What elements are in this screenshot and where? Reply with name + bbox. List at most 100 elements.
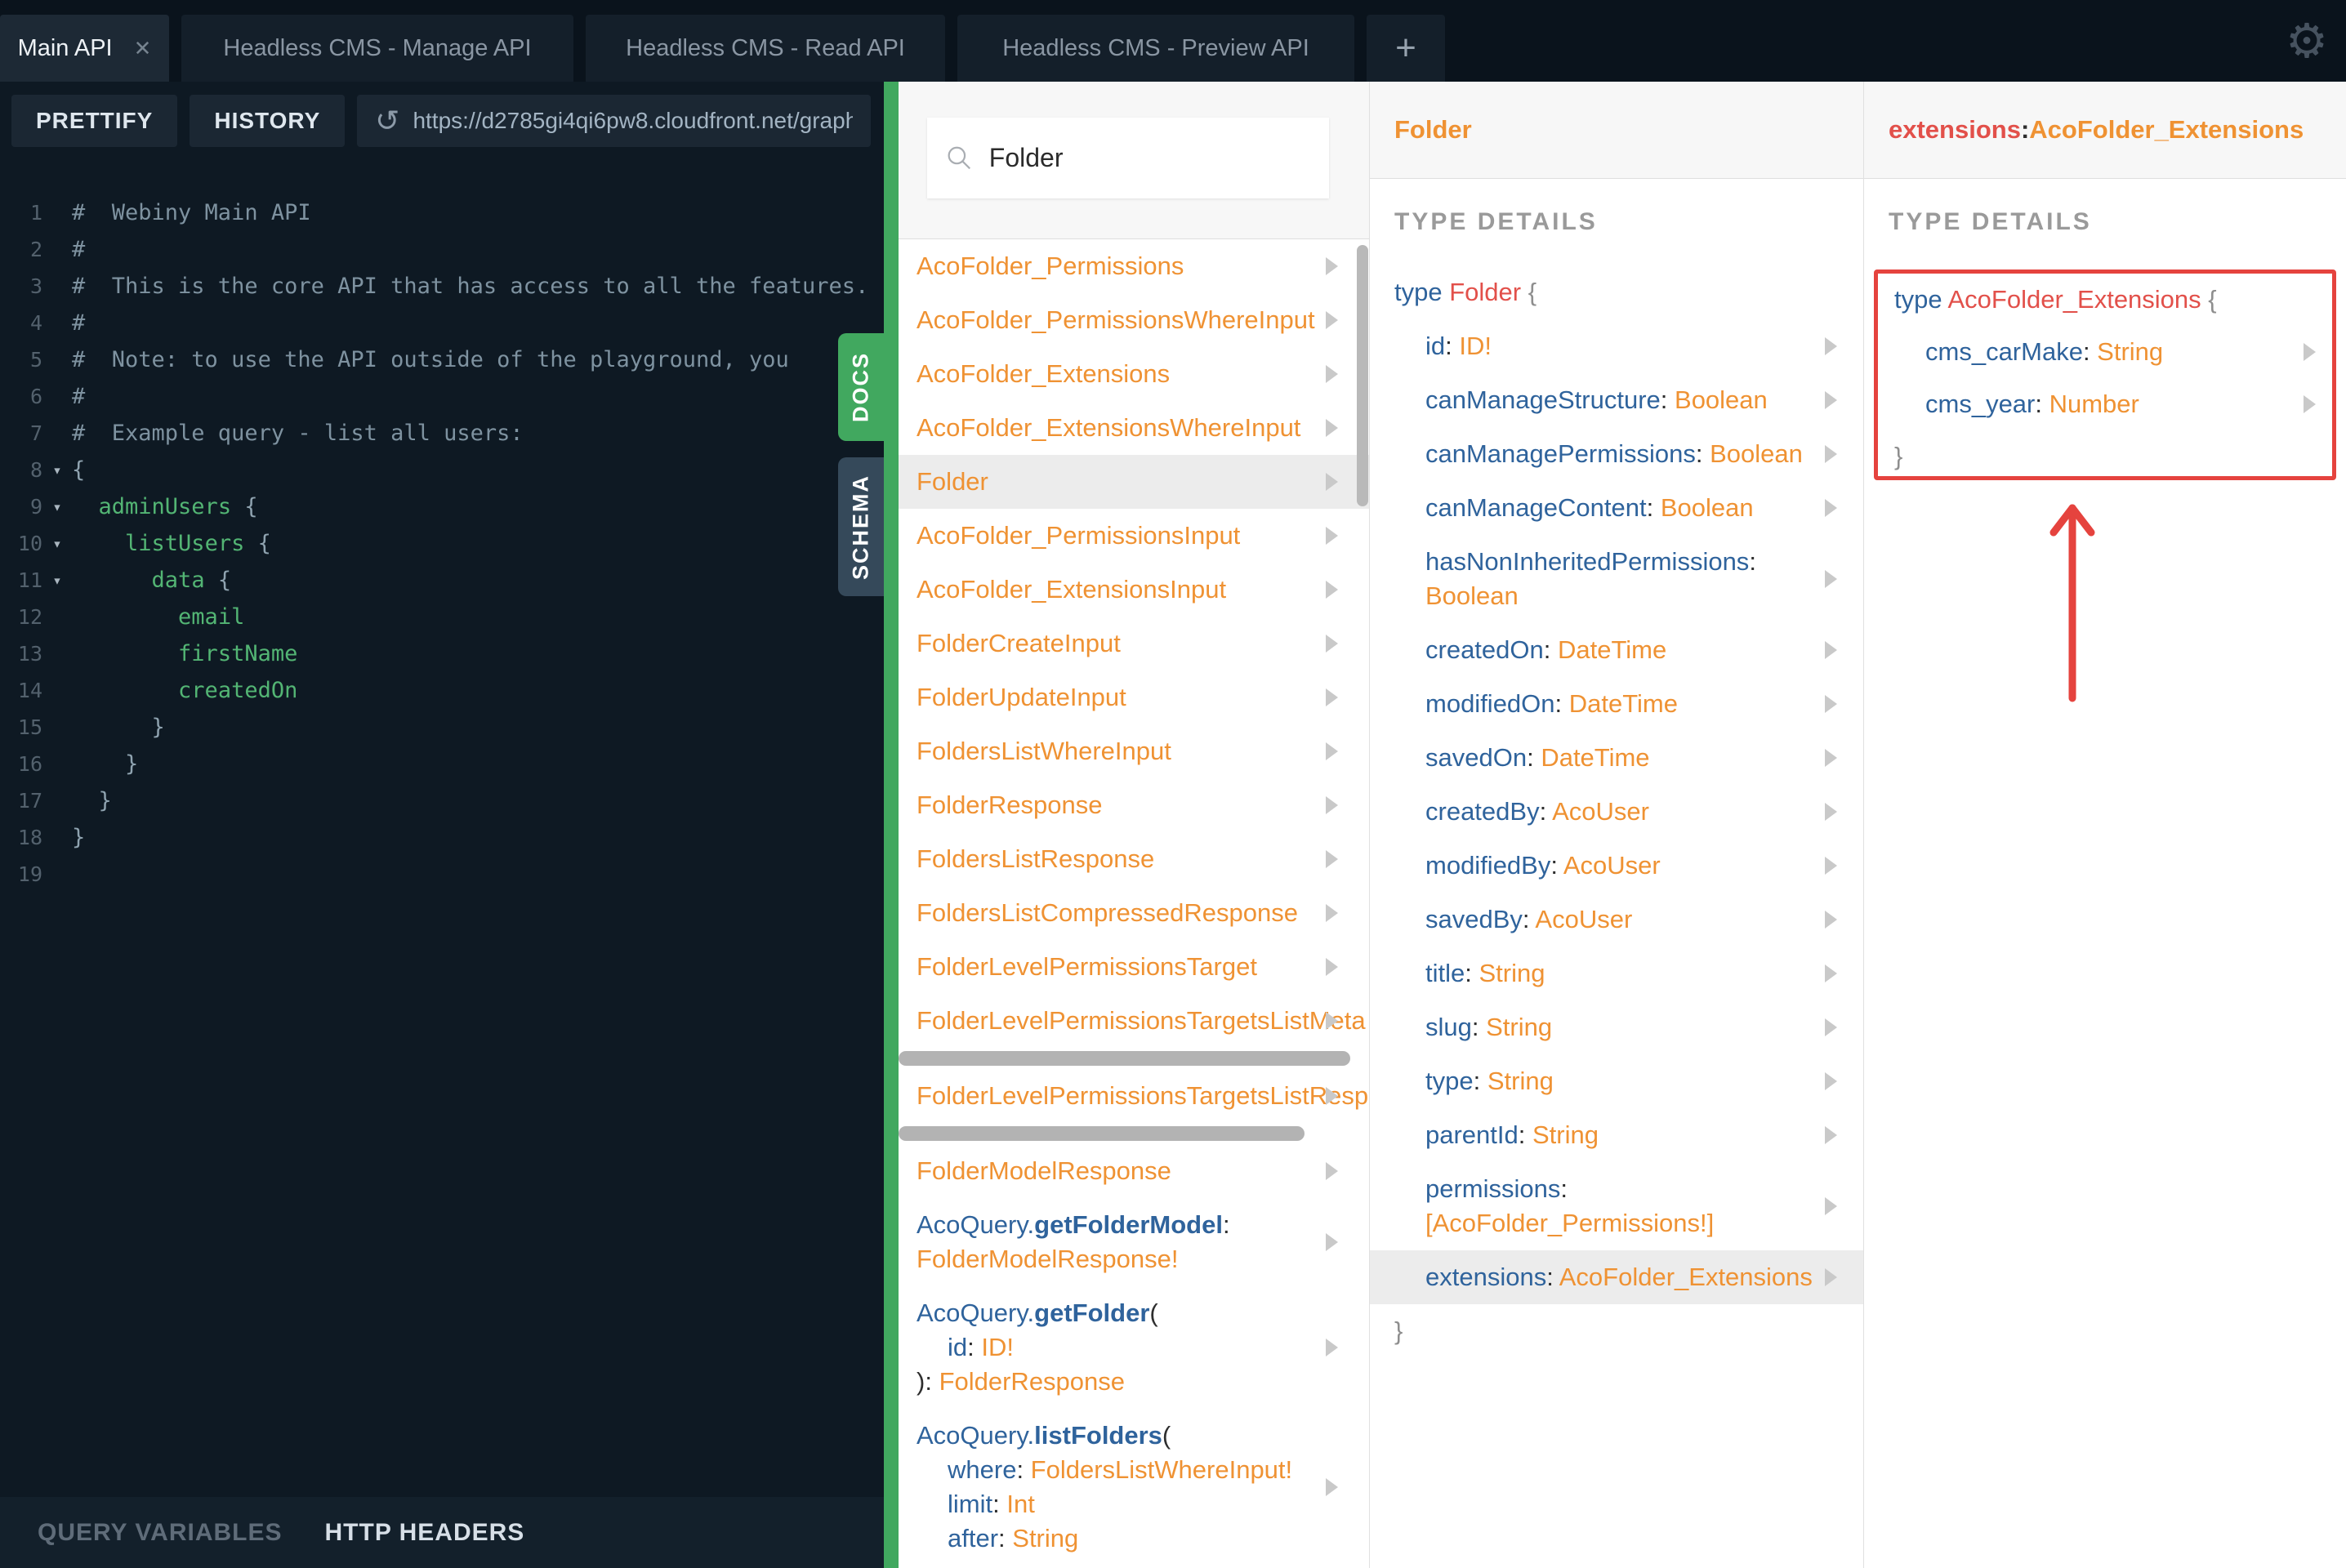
chevron-right-icon[interactable] — [1825, 337, 1837, 355]
fold-caret-icon[interactable]: ▾ — [42, 498, 72, 516]
editor-line[interactable]: 15 } — [0, 709, 884, 746]
docs-type-item[interactable]: AcoQuery.listFolders(where: FoldersListW… — [899, 1409, 1369, 1566]
chevron-right-icon[interactable] — [2304, 343, 2316, 361]
docs-type-item[interactable]: FoldersListWhereInput — [899, 724, 1369, 778]
type-field-row[interactable]: type: String — [1370, 1054, 1863, 1108]
endpoint-url-bar[interactable]: ↺ https://d2785gi4qi6pw8.cloudfront.net/… — [357, 95, 871, 147]
docs-type-item[interactable]: FolderModelResponse — [899, 1144, 1369, 1198]
docs-type-item[interactable]: FolderLevelPermissionsTarget — [899, 940, 1369, 994]
type-field-row[interactable]: savedBy: AcoUser — [1370, 893, 1863, 947]
chevron-right-icon[interactable] — [1326, 365, 1338, 383]
docs-type-item[interactable]: FolderLevelPermissionsTargetsListMeta — [899, 994, 1369, 1048]
query-editor[interactable]: 1 # Webiny Main API 2 #3 # This is the core … — [0, 173, 884, 1497]
docs-type-item[interactable]: AcoFolder_PermissionsWhereInput — [899, 293, 1369, 347]
extension-field-row[interactable]: cms_carMake: String — [1878, 326, 2332, 378]
editor-line[interactable]: 17 } — [0, 782, 884, 819]
chevron-right-icon[interactable] — [1326, 688, 1338, 706]
add-tab-button[interactable]: + — [1367, 15, 1445, 82]
history-button[interactable]: HISTORY — [190, 95, 346, 147]
chevron-right-icon[interactable] — [1326, 850, 1338, 868]
chevron-right-icon[interactable] — [1326, 1162, 1338, 1180]
chevron-right-icon[interactable] — [1825, 1126, 1837, 1144]
chevron-right-icon[interactable] — [1326, 635, 1338, 653]
chevron-right-icon[interactable] — [1825, 803, 1837, 821]
docs-type-item[interactable]: FoldersListResponse — [899, 832, 1369, 886]
chevron-right-icon[interactable] — [1825, 749, 1837, 767]
type-field-row[interactable]: id: ID! — [1370, 319, 1863, 373]
editor-line[interactable]: 10 ▾ listUsers { — [0, 525, 884, 562]
http-headers-toggle[interactable]: HTTP HEADERS — [325, 1519, 525, 1547]
chevron-right-icon[interactable] — [1825, 641, 1837, 659]
chevron-right-icon[interactable] — [1825, 911, 1837, 929]
panel-divider[interactable] — [884, 82, 899, 1568]
chevron-right-icon[interactable] — [1825, 1197, 1837, 1215]
type-field-row[interactable]: canManagePermissions: Boolean — [1370, 427, 1863, 481]
chevron-right-icon[interactable] — [1326, 419, 1338, 437]
editor-line[interactable]: 3 # This is the core API that has access … — [0, 268, 884, 305]
docs-type-item[interactable]: AcoFolder_ExtensionsInput — [899, 563, 1369, 617]
chevron-right-icon[interactable] — [1326, 958, 1338, 976]
fold-caret-icon[interactable]: ▾ — [42, 535, 72, 553]
editor-line[interactable]: 8 ▾{ — [0, 452, 884, 488]
docs-type-item[interactable]: AcoQuery.getFolderModel: FolderModelRespo… — [899, 1198, 1369, 1286]
type-field-row[interactable]: type Folder { — [1370, 265, 1863, 319]
editor-line[interactable]: 16 } — [0, 746, 884, 782]
editor-line[interactable]: 18} — [0, 819, 884, 856]
docs-type-item[interactable]: FoldersListCompressedResponse — [899, 886, 1369, 940]
editor-line[interactable]: 19 — [0, 856, 884, 893]
editor-line[interactable]: 14 createdOn — [0, 672, 884, 709]
docs-vertical-scrollbar[interactable] — [1357, 245, 1368, 506]
api-tab[interactable]: Main API ✕ — [0, 15, 169, 82]
docs-type-item[interactable]: Folder — [899, 455, 1369, 509]
fold-caret-icon[interactable]: ▾ — [42, 461, 72, 479]
api-tab[interactable]: Headless CMS - Read API — [586, 15, 945, 82]
chevron-right-icon[interactable] — [1825, 1072, 1837, 1090]
editor-line[interactable]: 1 # Webiny Main API — [0, 194, 884, 231]
chevron-right-icon[interactable] — [1326, 796, 1338, 814]
extension-field-row[interactable]: type AcoFolder_Extensions { — [1878, 274, 2332, 326]
editor-line[interactable]: 4 # — [0, 305, 884, 341]
chevron-right-icon[interactable] — [1326, 1339, 1338, 1356]
chevron-right-icon[interactable] — [1825, 857, 1837, 875]
docs-type-item[interactable]: FolderResponse — [899, 778, 1369, 832]
docs-type-item[interactable]: FolderUpdateInput — [899, 670, 1369, 724]
settings-gear-icon[interactable]: ⚙ — [2286, 5, 2328, 77]
chevron-right-icon[interactable] — [1326, 1233, 1338, 1251]
horizontal-scrollbar[interactable] — [899, 1126, 1305, 1141]
query-variables-toggle[interactable]: QUERY VARIABLES — [38, 1519, 283, 1547]
api-tab[interactable]: Headless CMS - Manage API — [181, 15, 573, 82]
fold-caret-icon[interactable]: ▾ — [42, 572, 72, 590]
type-field-row[interactable]: title: String — [1370, 947, 1863, 1000]
refresh-icon[interactable]: ↺ — [375, 105, 399, 138]
chevron-right-icon[interactable] — [1825, 445, 1837, 463]
chevron-right-icon[interactable] — [2304, 395, 2316, 413]
type-field-row[interactable]: permissions: [AcoFolder_Permissions!] — [1370, 1162, 1863, 1250]
editor-line[interactable]: 6 # — [0, 378, 884, 415]
docs-search-box[interactable] — [927, 118, 1329, 198]
type-field-row[interactable]: canManageContent: Boolean — [1370, 481, 1863, 535]
endpoint-url[interactable]: https://d2785gi4qi6pw8.cloudfront.net/gr… — [413, 108, 853, 134]
editor-line[interactable]: 9 ▾ adminUsers { — [0, 488, 884, 525]
extension-field-row[interactable]: } — [1878, 430, 2332, 483]
editor-line[interactable]: 7 # Example query - list all users: — [0, 415, 884, 452]
close-icon[interactable]: ✕ — [134, 36, 152, 61]
type-field-row[interactable]: savedOn: DateTime — [1370, 731, 1863, 785]
chevron-right-icon[interactable] — [1326, 1478, 1338, 1496]
type-field-row[interactable]: parentId: String — [1370, 1108, 1863, 1162]
editor-line[interactable]: 11 ▾ data { — [0, 562, 884, 599]
chevron-right-icon[interactable] — [1326, 1087, 1338, 1105]
chevron-right-icon[interactable] — [1326, 527, 1338, 545]
type-field-row[interactable]: createdBy: AcoUser — [1370, 785, 1863, 839]
docs-search-input[interactable] — [988, 143, 1309, 173]
chevron-right-icon[interactable] — [1825, 1268, 1837, 1286]
type-field-row[interactable]: hasNonInheritedPermissions: Boolean — [1370, 535, 1863, 623]
chevron-right-icon[interactable] — [1326, 581, 1338, 599]
chevron-right-icon[interactable] — [1825, 1018, 1837, 1036]
type-field-row[interactable]: slug: String — [1370, 1000, 1863, 1054]
docs-type-item[interactable]: AcoQuery.getFolder(id: ID!): FolderRespo… — [899, 1286, 1369, 1409]
chevron-right-icon[interactable] — [1326, 473, 1338, 491]
type-field-row[interactable]: modifiedOn: DateTime — [1370, 677, 1863, 731]
chevron-right-icon[interactable] — [1825, 695, 1837, 713]
chevron-right-icon[interactable] — [1326, 257, 1338, 275]
editor-line[interactable]: 13 firstName — [0, 635, 884, 672]
